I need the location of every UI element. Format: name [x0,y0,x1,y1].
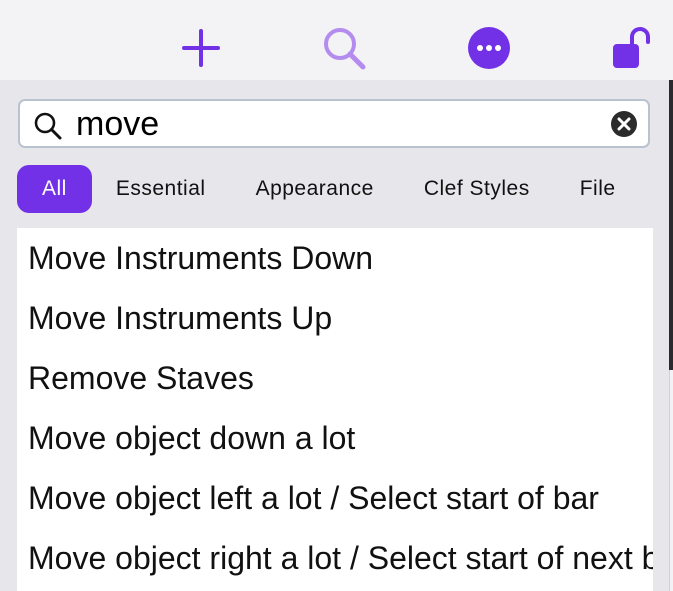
tab-clef-styles[interactable]: Clef Styles [400,165,554,213]
list-item[interactable]: Move Instruments Down [28,242,653,302]
search-field[interactable] [18,99,650,148]
tab-file[interactable]: File [556,165,640,213]
top-toolbar [0,0,673,80]
list-item[interactable]: Remove Staves [28,362,653,422]
tab-all[interactable]: All [17,165,92,213]
app-window: All Essential Appearance Clef Styles Fil… [0,0,673,591]
results-list: Move Instruments Down Move Instruments U… [17,228,653,591]
list-item[interactable]: Move Instruments Up [28,302,653,362]
clear-icon[interactable] [610,110,638,138]
list-item[interactable]: Move object right a lot / Select start o… [28,542,653,591]
more-button[interactable] [463,22,515,74]
more-icon [468,27,510,69]
tab-appearance[interactable]: Appearance [232,165,398,213]
search-icon [324,28,366,70]
plus-icon [182,29,220,67]
unlock-icon [613,27,650,68]
search-input[interactable] [76,105,596,143]
tab-essential[interactable]: Essential [92,165,230,213]
background-edge [669,80,673,370]
search-toolbar-button[interactable] [318,22,370,74]
command-search-panel: All Essential Appearance Clef Styles Fil… [0,80,670,591]
lock-button[interactable] [606,22,658,74]
magnifier-icon [34,112,62,140]
list-item[interactable]: Move object left a lot / Select start of… [28,482,653,542]
list-item[interactable]: Move object down a lot [28,422,653,482]
category-tabs: All Essential Appearance Clef Styles Fil… [17,164,657,214]
add-button[interactable] [175,22,227,74]
